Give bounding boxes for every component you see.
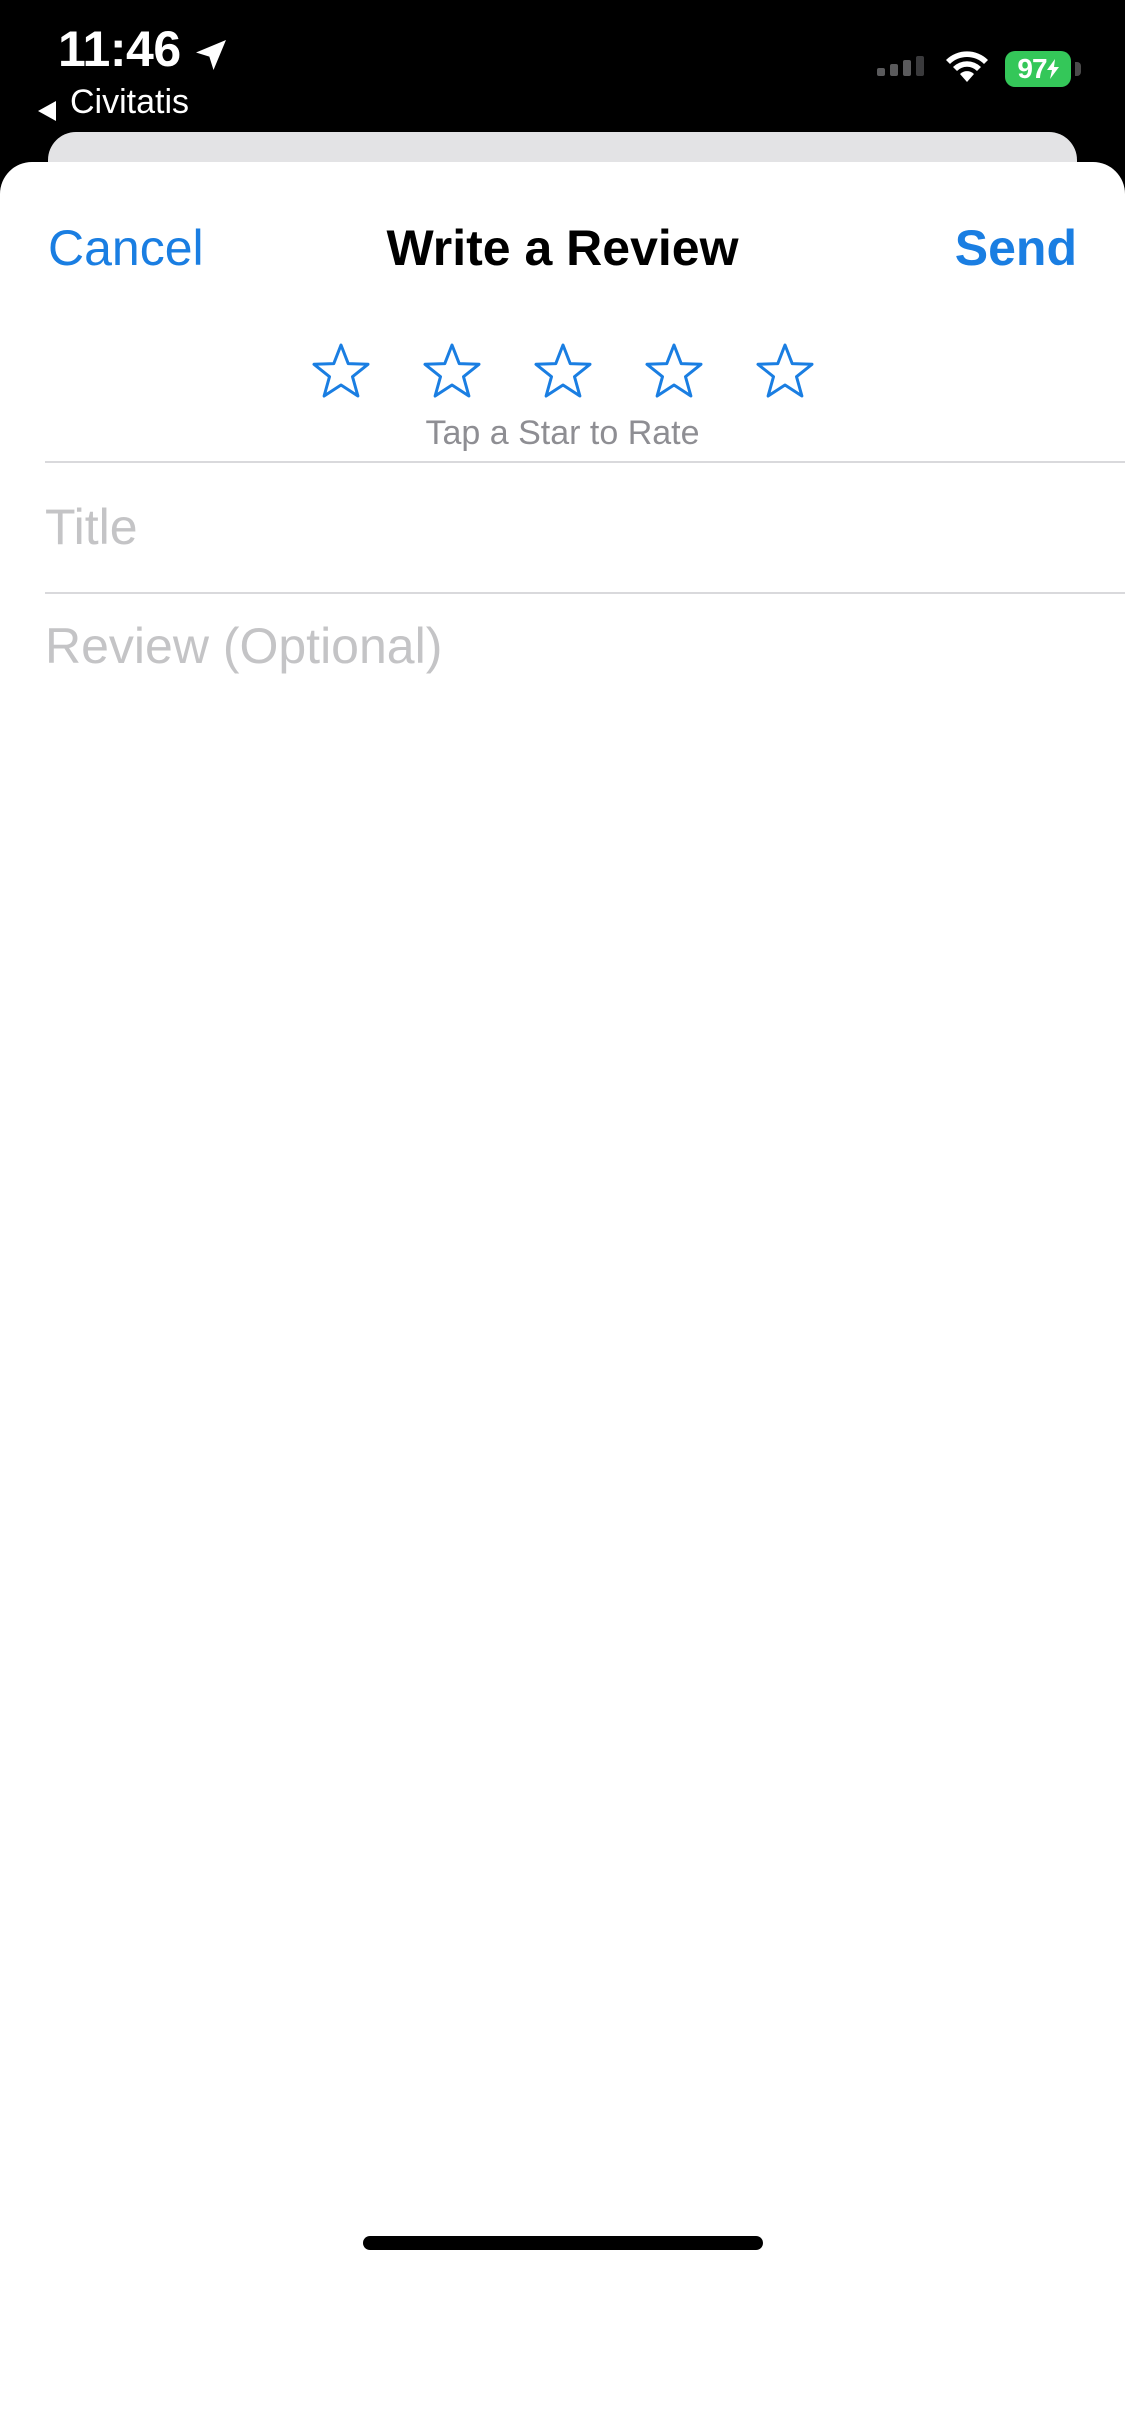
review-sheet: Cancel Write a Review Send Tap a Star to… — [0, 162, 1125, 2436]
star-rating — [0, 342, 1125, 402]
title-input[interactable] — [45, 492, 1085, 562]
home-indicator[interactable] — [363, 2236, 763, 2250]
status-indicators: 97 — [877, 48, 1081, 89]
status-time-text: 11:46 — [58, 21, 181, 77]
star-2-icon[interactable] — [422, 342, 482, 402]
battery-cap — [1075, 61, 1081, 76]
screen: 11:46 Civitatis 97 Cancel Write a Review… — [0, 0, 1125, 2436]
location-arrow-icon — [191, 29, 231, 70]
send-button[interactable]: Send — [955, 218, 1077, 278]
back-triangle-icon — [36, 90, 58, 121]
battery-level: 97 — [1017, 52, 1047, 84]
divider — [45, 592, 1125, 594]
bolt-icon — [1046, 58, 1059, 79]
battery-indicator: 97 — [1005, 50, 1071, 87]
back-to-app-button[interactable]: Civitatis — [36, 80, 189, 124]
status-time: 11:46 — [58, 20, 231, 78]
review-textarea[interactable] — [45, 614, 1085, 2314]
star-1-icon[interactable] — [311, 342, 371, 402]
star-4-icon[interactable] — [644, 342, 704, 402]
wifi-icon — [943, 48, 991, 89]
signal-icon — [877, 54, 929, 83]
back-app-label: Civitatis — [70, 83, 190, 121]
star-3-icon[interactable] — [533, 342, 593, 402]
star-5-icon[interactable] — [755, 342, 815, 402]
divider — [45, 461, 1125, 463]
rating-hint: Tap a Star to Rate — [425, 414, 700, 452]
